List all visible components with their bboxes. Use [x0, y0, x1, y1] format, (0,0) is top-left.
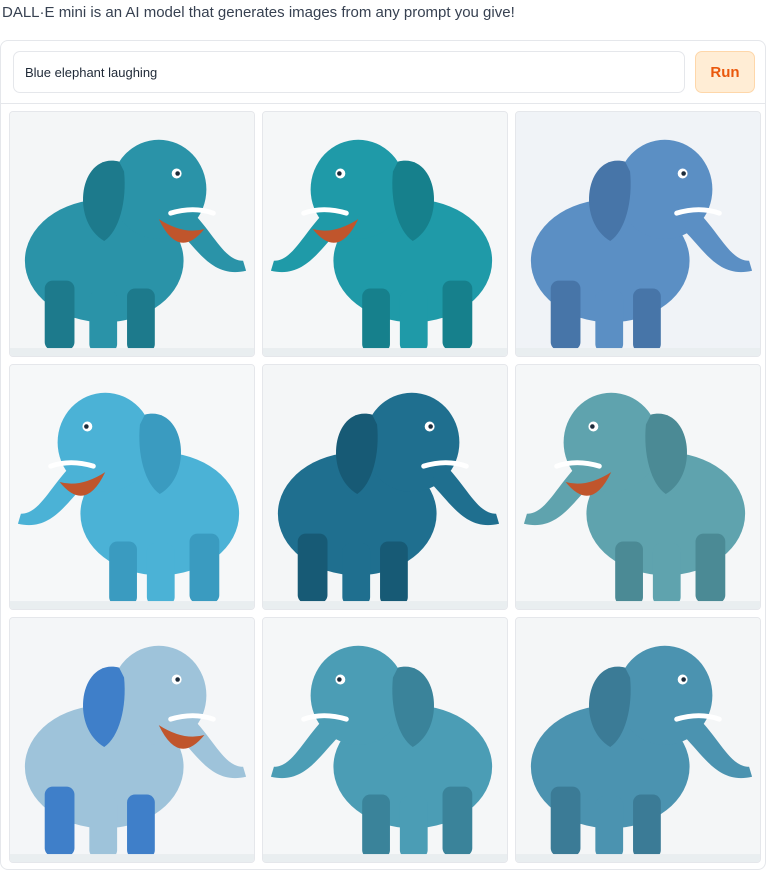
- generated-image-3[interactable]: [515, 111, 761, 357]
- elephant-illustration: [10, 618, 254, 862]
- elephant-illustration: [10, 112, 254, 356]
- generator-panel: Run: [0, 40, 766, 870]
- generated-image-1[interactable]: [9, 111, 255, 357]
- generated-image-7[interactable]: [9, 617, 255, 863]
- elephant-illustration: [263, 365, 507, 609]
- generated-image-5[interactable]: [262, 364, 508, 610]
- generated-image-9[interactable]: [515, 617, 761, 863]
- elephant-illustration: [516, 618, 760, 862]
- prompt-input[interactable]: [13, 51, 685, 93]
- elephant-illustration: [263, 112, 507, 356]
- image-gallery: [9, 111, 761, 863]
- generated-image-2[interactable]: [262, 111, 508, 357]
- generated-image-4[interactable]: [9, 364, 255, 610]
- prompt-row: Run: [13, 51, 755, 93]
- generated-image-8[interactable]: [262, 617, 508, 863]
- elephant-illustration: [516, 365, 760, 609]
- elephant-illustration: [516, 112, 760, 356]
- divider: [1, 103, 765, 104]
- app-description: DALL·E mini is an AI model that generate…: [2, 4, 515, 21]
- elephant-illustration: [10, 365, 254, 609]
- run-button[interactable]: Run: [695, 51, 755, 93]
- elephant-illustration: [263, 618, 507, 862]
- generated-image-6[interactable]: [515, 364, 761, 610]
